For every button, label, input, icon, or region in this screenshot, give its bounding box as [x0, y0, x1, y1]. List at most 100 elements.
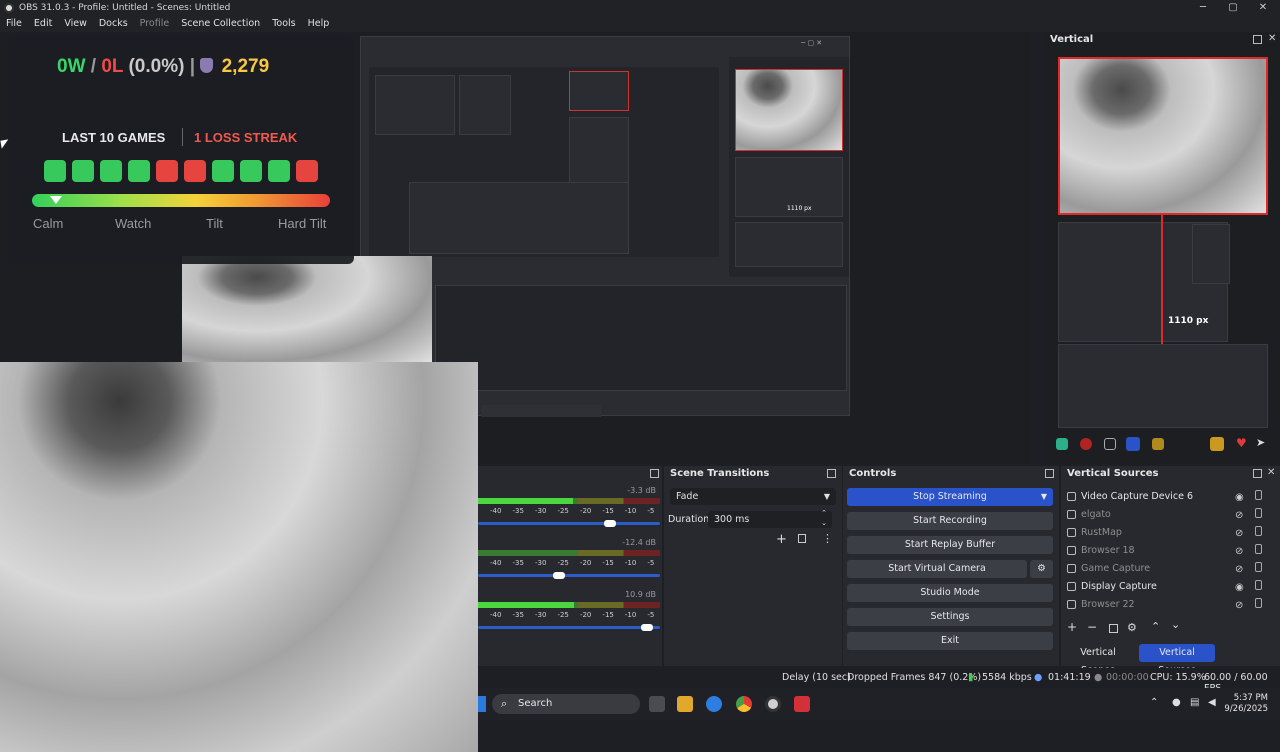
menu-scene-collection[interactable]: Scene Collection: [181, 18, 260, 29]
vertical-sources-dock: Vertical Sources ✕ Video Capture Device …: [1061, 466, 1280, 676]
start-virtual-camera-button[interactable]: Start Virtual Camera: [847, 560, 1027, 578]
undock-icon[interactable]: [1253, 35, 1262, 44]
eye-off-icon[interactable]: ⊘: [1235, 543, 1243, 560]
volume-slider[interactable]: [478, 624, 660, 631]
undock-icon[interactable]: [650, 469, 659, 478]
sync-icon[interactable]: [1126, 437, 1140, 451]
close-icon[interactable]: ✕: [1267, 467, 1275, 478]
eye-icon[interactable]: ◉: [1235, 579, 1244, 596]
eye-off-icon[interactable]: ⊘: [1235, 525, 1243, 542]
camera-icon[interactable]: [1152, 438, 1164, 450]
tab-vertical-scenes[interactable]: Vertical Scenes: [1063, 644, 1133, 676]
close-button[interactable]: ✕: [1248, 0, 1278, 15]
edge-icon[interactable]: [706, 696, 722, 712]
arrow-icon[interactable]: ➤: [1256, 436, 1265, 449]
tab-vertical-sources[interactable]: Vertical Sources: [1139, 644, 1215, 676]
exit-button[interactable]: Exit: [847, 632, 1053, 650]
lock-icon[interactable]: [1255, 598, 1262, 608]
duration-input[interactable]: 300 ms ⌃ ⌄: [708, 508, 832, 528]
meter-tick-label: -15: [602, 559, 614, 567]
menu-file[interactable]: File: [6, 18, 22, 29]
lock-icon[interactable]: [1255, 526, 1262, 536]
source-item[interactable]: elgato ⊘: [1063, 506, 1275, 523]
undock-icon[interactable]: [1045, 469, 1054, 478]
tilt-label-tilt: Tilt: [206, 216, 223, 231]
lock-icon[interactable]: [1255, 580, 1262, 590]
network-icon[interactable]: ▤: [1190, 697, 1199, 708]
volume-slider[interactable]: [478, 572, 660, 579]
eye-icon[interactable]: ◉: [1235, 489, 1244, 506]
tray-chevron-icon[interactable]: ⌃: [1150, 697, 1158, 708]
move-down-icon[interactable]: ⌄: [1171, 618, 1180, 631]
start-icon[interactable]: [478, 696, 486, 712]
virtual-camera-gear-icon[interactable]: ⚙: [1030, 560, 1053, 578]
source-type-icon: [1067, 492, 1076, 501]
close-icon[interactable]: ✕: [1268, 33, 1276, 44]
taskbar-clock[interactable]: 5:37 PM 9/26/2025: [1224, 693, 1268, 715]
volume-slider-handle[interactable]: [641, 624, 654, 631]
volume-slider[interactable]: [478, 520, 660, 527]
gear-icon[interactable]: ⚙: [1127, 621, 1137, 634]
studio-mode-button[interactable]: Studio Mode: [847, 584, 1053, 602]
properties-icon[interactable]: [1109, 624, 1118, 633]
lock-icon[interactable]: [1255, 562, 1262, 572]
undock-icon[interactable]: [827, 469, 836, 478]
transition-select[interactable]: Fade ▼: [670, 488, 836, 505]
obs-app-icon[interactable]: [765, 696, 781, 712]
nested-thumb: [569, 71, 629, 111]
eye-off-icon[interactable]: ⊘: [1235, 597, 1243, 614]
menu-profile[interactable]: Profile: [140, 18, 170, 29]
menu-edit[interactable]: Edit: [34, 18, 52, 29]
mic-icon[interactable]: ●: [1172, 697, 1181, 708]
lock-icon[interactable]: [1255, 508, 1262, 518]
audio-mixer-dock: -3.3 dB-40-35-30-25-20-15-10-50-12.4 dB-…: [478, 466, 670, 666]
stepper-icon[interactable]: ⌃ ⌄: [821, 508, 827, 528]
remove-source-icon[interactable]: −: [1087, 620, 1097, 634]
wl-slash: /: [90, 56, 97, 77]
replay-icon[interactable]: [1104, 438, 1116, 450]
menu-tools[interactable]: Tools: [272, 18, 295, 29]
source-item[interactable]: Browser 18 ⊘: [1063, 542, 1275, 559]
file-explorer-icon[interactable]: [677, 696, 693, 712]
eye-off-icon[interactable]: ⊘: [1235, 561, 1243, 578]
source-type-icon: [1067, 510, 1076, 519]
start-recording-button[interactable]: Start Recording: [847, 512, 1053, 530]
chevron-down-icon[interactable]: ▼: [1041, 488, 1047, 506]
stop-streaming-button[interactable]: Stop Streaming ▼: [847, 488, 1053, 506]
volume-slider-handle[interactable]: [552, 572, 565, 579]
volume-slider-handle[interactable]: [603, 520, 616, 527]
vertical-camera-image[interactable]: [1058, 57, 1268, 215]
gear-icon[interactable]: [1210, 437, 1224, 451]
start-replay-buffer-button[interactable]: Start Replay Buffer: [847, 536, 1053, 554]
undock-icon[interactable]: [1253, 469, 1262, 478]
source-item[interactable]: RustMap ⊘: [1063, 524, 1275, 541]
source-item[interactable]: Game Capture ⊘: [1063, 560, 1275, 577]
task-view-icon[interactable]: [649, 696, 665, 712]
source-item[interactable]: Video Capture Device 6 ◉: [1063, 488, 1275, 505]
tilt-meter: [32, 194, 330, 207]
minimize-button[interactable]: ─: [1188, 0, 1218, 15]
move-up-icon[interactable]: ⌃: [1151, 620, 1160, 633]
trash-icon[interactable]: [798, 534, 806, 543]
add-icon[interactable]: +: [776, 532, 787, 547]
taskbar-search[interactable]: ⌕ Search: [492, 694, 640, 714]
maximize-button[interactable]: ▢: [1218, 0, 1248, 15]
source-item[interactable]: Display Capture ◉: [1063, 578, 1275, 595]
menu-docks[interactable]: Docks: [99, 18, 128, 29]
lock-icon[interactable]: [1255, 490, 1262, 500]
app-icon[interactable]: [794, 696, 810, 712]
source-item[interactable]: Browser 22 ⊘: [1063, 596, 1275, 613]
menu-help[interactable]: Help: [308, 18, 330, 29]
chrome-icon[interactable]: [736, 696, 752, 712]
lock-icon[interactable]: [1255, 544, 1262, 554]
more-icon[interactable]: ⋮: [822, 532, 833, 545]
add-source-icon[interactable]: +: [1067, 620, 1077, 634]
settings-button[interactable]: Settings: [847, 608, 1053, 626]
heart-icon[interactable]: ♥: [1236, 436, 1247, 450]
stream-status-icon[interactable]: [1056, 438, 1068, 450]
menu-view[interactable]: View: [64, 18, 87, 29]
record-icon[interactable]: [1080, 438, 1092, 450]
nested-vertical-preview: 1110 px: [729, 57, 849, 277]
eye-off-icon[interactable]: ⊘: [1235, 507, 1243, 524]
volume-icon[interactable]: ◀: [1208, 697, 1216, 708]
